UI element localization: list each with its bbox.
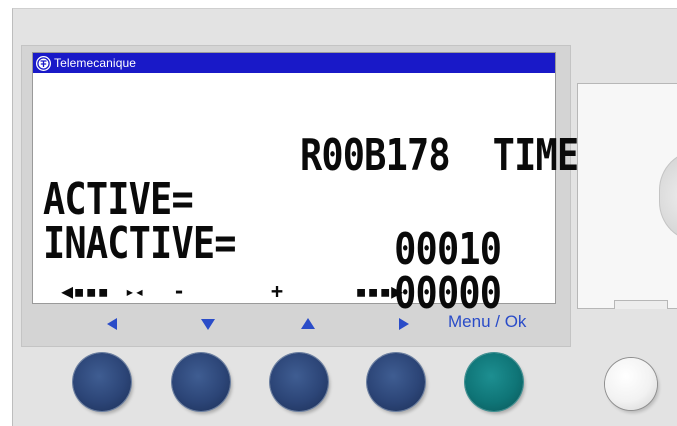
down-arrow-icon	[198, 314, 218, 334]
menu-ok-button[interactable]	[465, 353, 523, 411]
lcd-line-inactive: INACTIVE= 00000	[43, 169, 530, 319]
softkey-minus: -	[173, 279, 186, 303]
left-button[interactable]	[73, 353, 131, 411]
brand-name: Telemecanique	[54, 56, 137, 70]
plc-device: Telemecanique R00B178 TIMER AC ACTIVE= 0…	[12, 8, 677, 426]
lcd-line-block-id: R00B178 TIMER AC	[43, 81, 665, 181]
screenshot-frame: Telemecanique R00B178 TIMER AC ACTIVE= 0…	[0, 0, 677, 426]
inactive-label: INACTIVE=	[43, 218, 237, 269]
right-arrow-icon	[394, 314, 414, 334]
cover-tab	[614, 300, 668, 309]
lcd-bezel: Telemecanique R00B178 TIMER AC ACTIVE= 0…	[32, 52, 665, 319]
menu-ok-label: Menu / Ok	[448, 312, 527, 331]
left-arrow-icon	[102, 314, 122, 334]
softkey-right-arrow-icon: ▪▪▪▶	[355, 279, 404, 303]
softkey-left-arrow-icon: ◀▪▪▪	[61, 279, 110, 303]
telemecanique-logo-icon	[36, 55, 51, 71]
softkey-plus: +	[271, 279, 284, 303]
brand-bar: Telemecanique	[33, 53, 555, 73]
lcd-screen: R00B178 TIMER AC ACTIVE= 00010 INACTIVE=…	[33, 73, 665, 319]
lcd-line-active: ACTIVE= 00010	[43, 125, 530, 275]
softkey-bracket-icon: ▸◂	[125, 281, 145, 301]
display-panel: Telemecanique R00B178 TIMER AC ACTIVE= 0…	[21, 45, 665, 347]
right-button[interactable]	[367, 353, 425, 411]
down-button[interactable]	[172, 353, 230, 411]
up-arrow-icon	[298, 314, 318, 334]
keypad-label-row: Menu / Ok	[22, 310, 570, 338]
lcd-softkey-row: ◀▪▪▪ ▸◂ - + ▪▪▪▶	[33, 279, 555, 303]
escape-button[interactable]	[605, 358, 657, 410]
up-button[interactable]	[270, 353, 328, 411]
